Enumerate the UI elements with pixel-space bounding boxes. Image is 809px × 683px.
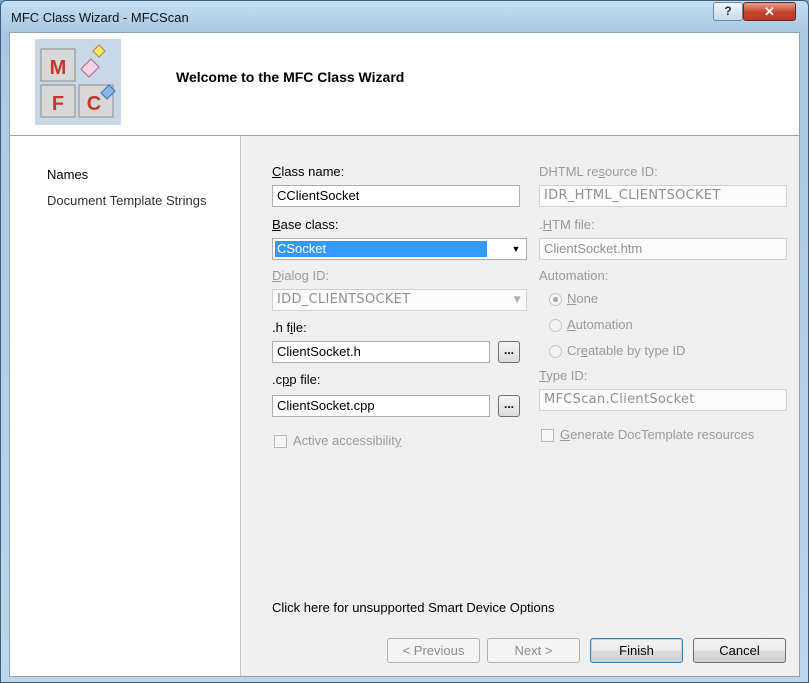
generate-doctemplate-checkbox — [541, 429, 554, 442]
type-id-label: Type ID: — [539, 368, 588, 383]
title-bar[interactable]: MFC Class Wizard - MFCScan ? ✕ — [1, 1, 808, 33]
base-class-selected: CSocket — [275, 241, 487, 257]
automation-none-radio — [549, 293, 562, 306]
htm-file-label: .HTM file: — [539, 217, 595, 232]
cancel-button[interactable]: Cancel — [693, 638, 786, 663]
h-file-browse-button[interactable]: ... — [498, 341, 520, 363]
dialog-id-combo: IDD_CLIENTSOCKET ▼ — [272, 289, 527, 311]
type-id-input: MFCScan.ClientSocket — [539, 389, 787, 411]
nav-item-names[interactable]: Names — [47, 167, 88, 182]
automation-label: Automation: — [539, 268, 609, 283]
automation-creatable-label: Creatable by type ID — [567, 343, 686, 358]
mfc-logo-icon: M F C — [35, 39, 121, 125]
cpp-file-input[interactable]: ClientSocket.cpp — [272, 395, 490, 417]
help-button[interactable]: ? — [713, 2, 743, 21]
wizard-title: Welcome to the MFC Class Wizard — [176, 69, 405, 85]
dhtml-resource-id-input: IDR_HTML_CLIENTSOCKET — [539, 185, 787, 207]
dialog-id-value: IDD_CLIENTSOCKET — [277, 292, 411, 307]
previous-button[interactable]: < Previous — [387, 638, 480, 663]
svg-text:M: M — [50, 57, 67, 79]
svg-text:F: F — [52, 93, 64, 115]
h-file-label: .h file: — [272, 320, 307, 335]
base-class-combo[interactable]: CSocket ▼ — [272, 238, 527, 260]
smart-device-options-link[interactable]: Click here for unsupported Smart Device … — [272, 600, 555, 615]
cpp-file-label: .cpp file: — [272, 372, 321, 387]
h-file-input[interactable]: ClientSocket.h — [272, 341, 490, 363]
wizard-header: M F C Welcome to the MFC Class Wizard — [10, 33, 799, 136]
class-name-input[interactable]: CClientSocket — [272, 185, 520, 207]
svg-text:C: C — [87, 93, 101, 115]
generate-doctemplate-label: Generate DocTemplate resources — [560, 427, 755, 442]
wizard-nav: Names Document Template Strings — [10, 136, 241, 676]
chevron-down-icon[interactable]: ▼ — [508, 240, 524, 258]
finish-button[interactable]: Finish — [590, 638, 683, 663]
nav-item-document-template-strings[interactable]: Document Template Strings — [47, 193, 206, 208]
dhtml-resource-id-label: DHTML resource ID: — [539, 164, 658, 179]
next-button[interactable]: Next > — [487, 638, 580, 663]
close-button[interactable]: ✕ — [743, 2, 796, 21]
window-title: MFC Class Wizard - MFCScan — [11, 10, 189, 25]
cpp-file-browse-button[interactable]: ... — [498, 395, 520, 417]
active-accessibility-checkbox — [274, 435, 287, 448]
automation-creatable-radio — [549, 345, 562, 358]
wizard-window: MFC Class Wizard - MFCScan ? ✕ M F C Wel… — [0, 0, 809, 683]
htm-file-input: ClientSocket.htm — [539, 238, 787, 260]
dialog-id-label: Dialog ID: — [272, 268, 330, 283]
class-name-label: Class name: — [272, 164, 345, 179]
dialog-client-area: M F C Welcome to the MFC Class Wizard Na… — [9, 32, 800, 677]
automation-automation-label: Automation — [567, 317, 633, 332]
base-class-label: Base class: — [272, 217, 339, 232]
chevron-down-icon: ▼ — [513, 295, 521, 305]
automation-none-label: None — [567, 291, 599, 306]
automation-automation-radio — [549, 319, 562, 332]
active-accessibility-label: Active accessibility — [293, 433, 402, 448]
